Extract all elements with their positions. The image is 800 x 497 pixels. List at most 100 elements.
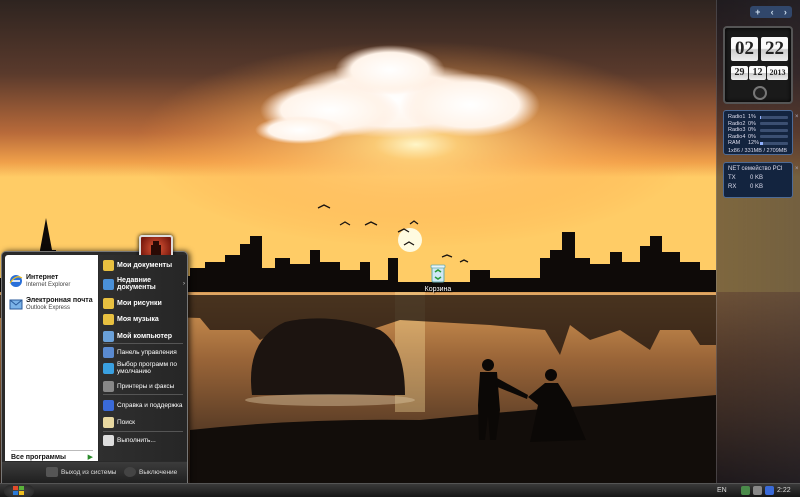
logoff-button[interactable]: Выход из системы [46, 467, 116, 477]
clock-month: 12 [749, 66, 766, 80]
drive-name: Radio3 [728, 127, 746, 134]
pinned-outlook-express[interactable]: Электронная почта Outlook Express [9, 297, 93, 312]
drive-usage-bar [760, 135, 788, 139]
network-tray-icon[interactable] [741, 486, 750, 495]
network-monitor-gadget[interactable]: NET семейство PCI TX 0 KB RX 0 KB [723, 162, 793, 198]
volume-tray-icon[interactable] [753, 486, 762, 495]
taskbar: EN 2:22 [0, 483, 800, 497]
network-gadget-close-icon[interactable]: × [795, 164, 799, 174]
drive-usage-bar [760, 115, 788, 119]
start-menu: Интернет Internet Explorer Электронная п… [1, 235, 188, 483]
start-menu-item-my-documents[interactable]: Мои документы [103, 260, 187, 271]
start-menu-item-control-panel[interactable]: Панель управления [103, 347, 187, 358]
start-menu-item-label: Поиск [117, 419, 136, 426]
clock-year: 2013 [767, 66, 788, 80]
taskbar-clock[interactable]: 2:22 [777, 485, 791, 497]
drive-usage-fill [760, 141, 764, 145]
my-documents-icon [103, 260, 114, 271]
pinned-item-subtitle: Outlook Express [26, 305, 71, 311]
power-icon [124, 467, 136, 477]
windows-logo-icon [13, 486, 24, 495]
drive-row: RAM 12% [728, 140, 788, 147]
logoff-icon [46, 467, 58, 477]
clock-dial-icon [753, 86, 767, 100]
start-menu-item-search[interactable]: Поиск [103, 417, 187, 428]
start-menu-item-run[interactable]: Выполнить... [103, 435, 187, 446]
pinned-item-title: Интернет [26, 274, 59, 281]
drive-usage-bar [760, 128, 788, 132]
recent-documents-icon [103, 278, 114, 290]
my-computer-icon [103, 331, 114, 342]
drive-usage-bar [760, 141, 788, 145]
start-menu-item-my-pictures[interactable]: Мои рисунки [103, 298, 187, 309]
start-menu-pinned-panel: Интернет Internet Explorer Электронная п… [5, 255, 98, 461]
drive-name: RAM [728, 140, 741, 147]
start-menu-item-my-computer[interactable]: Мой компьютер [103, 331, 187, 342]
search-icon [103, 417, 114, 428]
security-tray-icon[interactable] [765, 486, 774, 495]
start-button[interactable] [4, 485, 34, 497]
recycle-bin-icon [428, 262, 448, 284]
start-menu-footer: Выход из системы Выключение [2, 462, 187, 483]
shutdown-label: Выключение [139, 468, 178, 476]
start-menu-item-label: Выполнить... [117, 437, 156, 444]
start-menu-item-label: Панель управления [117, 349, 177, 356]
drive-gadget-close-icon[interactable]: × [795, 112, 799, 122]
drive-percent: 0% [748, 120, 756, 127]
drive-name: Radio2 [728, 120, 746, 127]
printers-icon [103, 381, 114, 392]
start-menu-item-help[interactable]: Справка и поддержка [103, 400, 187, 411]
run-icon [103, 435, 114, 446]
menu-separator [103, 431, 183, 432]
network-rx-value: 0 KB [750, 184, 764, 190]
drive-percent: 0% [748, 133, 756, 140]
start-menu-item-label: Мой компьютер [117, 333, 173, 340]
control-panel-icon [103, 347, 114, 358]
network-adapter-name: NET семейство PCI [728, 166, 783, 172]
desktop-icon-recycle-bin[interactable]: Корзина [418, 262, 458, 293]
drive-percent: 1% [748, 114, 756, 121]
network-rx-row: RX 0 KB [728, 184, 788, 190]
system-tray [741, 486, 774, 495]
drive-percent: 0% [748, 127, 756, 134]
default-programs-icon [103, 362, 114, 374]
start-menu-item-recent-documents[interactable]: Недавние документы › [103, 277, 187, 291]
network-tx-value: 0 KB [750, 175, 764, 181]
prev-gadget-button[interactable]: ‹ [771, 7, 774, 17]
sidebar-gadgets: + ‹ › 02 22 29 12 2013 Radio1 1% Radio2 0% R… [716, 0, 800, 483]
all-programs-button[interactable]: Все программы ▶ [11, 450, 93, 461]
pinned-internet-explorer[interactable]: Интернет Internet Explorer [9, 274, 70, 289]
start-menu-item-label: Недавние документы [117, 277, 156, 291]
drive-usage-bar [760, 122, 788, 126]
clock-day: 29 [731, 66, 748, 80]
all-programs-label: Все программы [11, 453, 66, 461]
recycle-bin-label: Корзина [424, 286, 452, 293]
menu-separator [103, 343, 183, 344]
shutdown-button[interactable]: Выключение [124, 467, 177, 477]
drive-monitor-gadget[interactable]: Radio1 1% Radio2 0% Radio3 0% Radio4 0% RAM 12% 1… [723, 110, 793, 155]
internet-explorer-icon [9, 274, 23, 288]
arrow-right-icon: ▶ [87, 454, 93, 461]
pinned-item-title: Электронная почта [26, 297, 93, 304]
language-indicator[interactable]: EN [717, 485, 727, 497]
next-gadget-button[interactable]: › [784, 7, 787, 17]
start-menu-item-label: Моя музыка [117, 316, 159, 323]
pinned-item-subtitle: Internet Explorer [26, 282, 71, 288]
start-menu-item-default-programs[interactable]: Выбор программ по умолчанию [103, 361, 187, 375]
flip-clock-gadget[interactable]: 02 22 29 12 2013 [723, 26, 793, 104]
menu-separator [103, 394, 183, 395]
drive-percent: 12% [748, 140, 760, 147]
clock-minute: 22 [761, 37, 788, 61]
sidebar-controls: + ‹ › [750, 6, 792, 18]
add-gadget-button[interactable]: + [755, 7, 760, 17]
start-menu-item-label: Мои документы [117, 262, 173, 269]
start-menu-item-label: Выбор программ по умолчанию [117, 361, 177, 375]
drive-name: Radio4 [728, 133, 746, 140]
my-pictures-icon [103, 298, 114, 309]
start-menu-item-label: Принтеры и факсы [117, 383, 175, 390]
network-tx-row: TX 0 KB [728, 175, 788, 181]
drive-monitor-footer: 1x86 / 331MB / 2709MB [728, 147, 788, 154]
start-menu-places-panel: Мои документы Недавние документы › Мои рису… [99, 255, 187, 461]
start-menu-item-my-music[interactable]: Моя музыка [103, 314, 187, 325]
start-menu-item-printers[interactable]: Принтеры и факсы [103, 381, 187, 392]
